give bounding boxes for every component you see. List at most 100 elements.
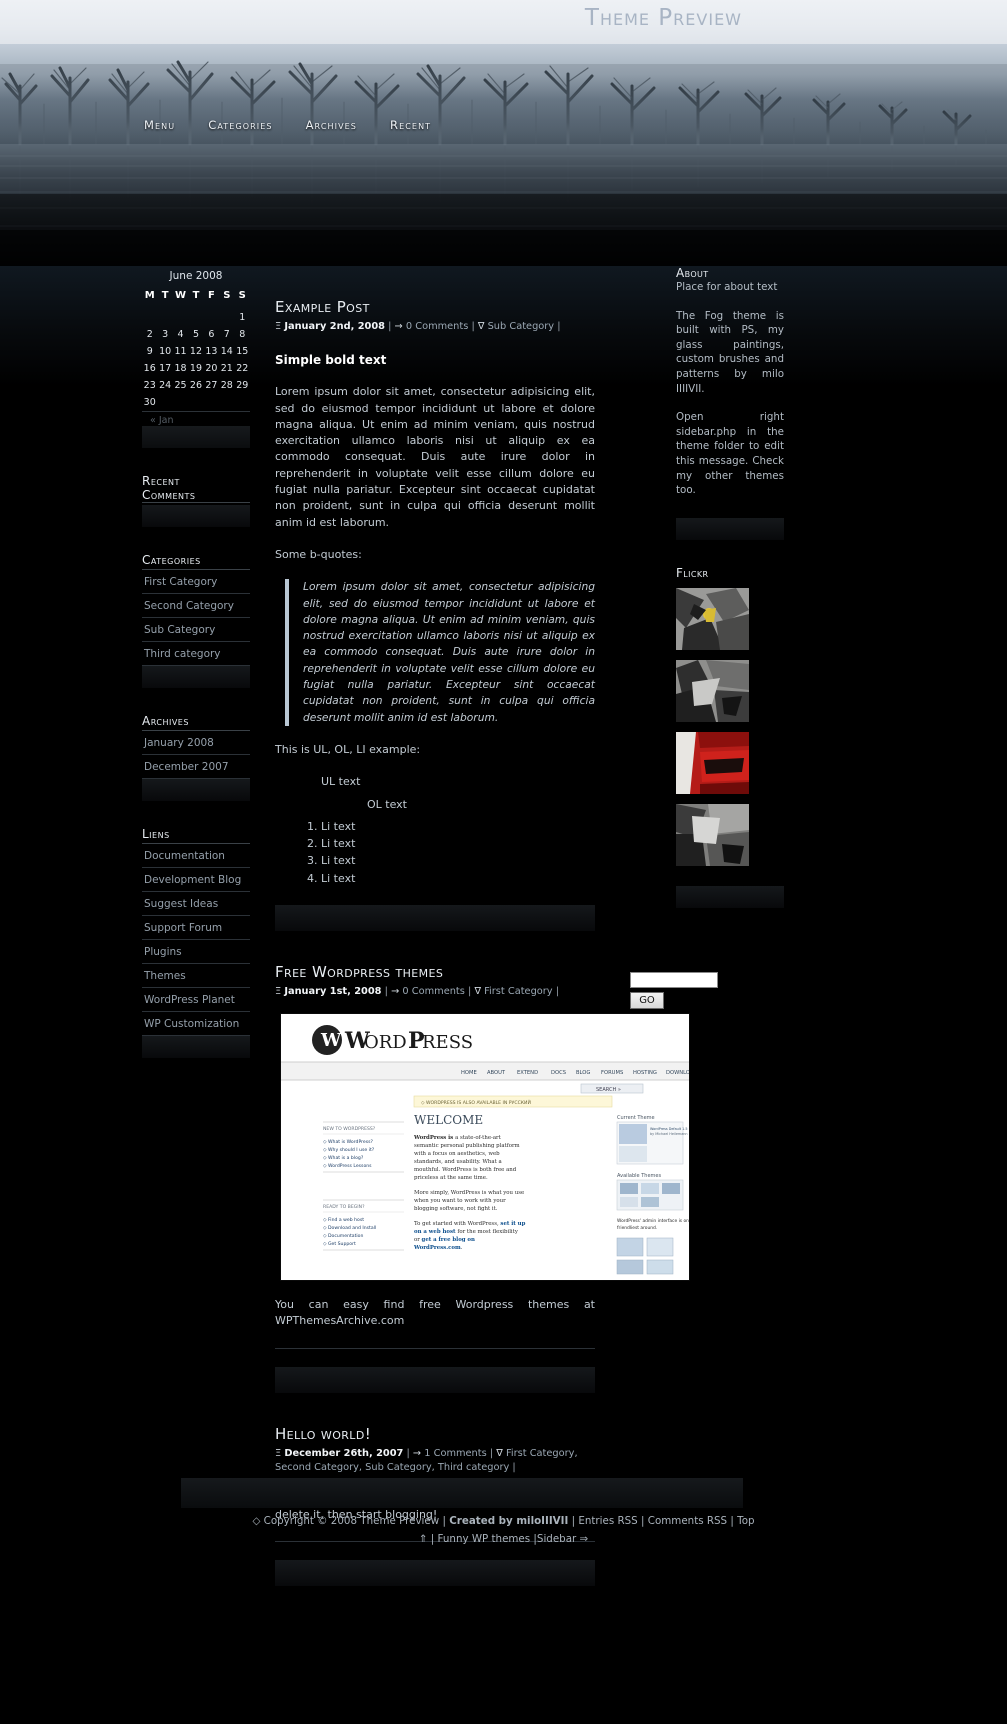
flickr-thumb-2[interactable] (676, 659, 749, 722)
nav-item-archives[interactable]: Archives (306, 118, 357, 132)
svg-text:RESS: RESS (422, 1032, 473, 1053)
widget-archives: Archives January 2008 December 2007 (142, 714, 250, 801)
archive-link-0[interactable]: January 2008 (142, 731, 250, 754)
calendar-day-8[interactable]: 8 (235, 326, 250, 343)
post-separator (275, 905, 595, 932)
post-title-2[interactable]: Free Wordpress themes (275, 963, 595, 981)
calendar-meta-icon: Ξ (275, 321, 282, 332)
lien-link-5[interactable]: Themes (142, 964, 250, 987)
list-lead: This is UL, OL, LI example: (275, 742, 421, 756)
post-title[interactable]: Example Post (275, 298, 595, 316)
post-category-link-2[interactable]: First Category (484, 986, 552, 997)
calendar-day-2[interactable]: 2 (142, 326, 157, 343)
calendar-day-20[interactable]: 20 (204, 360, 219, 377)
post-comments-link[interactable]: 0 Comments (406, 321, 468, 332)
post-comments-link-2[interactable]: 0 Comments (402, 986, 464, 997)
calendar-day-26[interactable]: 26 (188, 377, 203, 394)
calendar-day-4[interactable]: 4 (173, 326, 188, 343)
calendar-days[interactable]: 1 2 3 4 5 6 7 8 9 10 11 12 13 14 15 16 17 18 19 20 21 22 23 24 2… (142, 309, 250, 411)
category-link-2[interactable]: Sub Category (142, 618, 250, 641)
main-nav[interactable]: Menu Categories Archives Recent (144, 118, 431, 132)
lien-link-6[interactable]: WordPress Planet (142, 988, 250, 1011)
calendar-day-28[interactable]: 28 (219, 377, 234, 394)
category-link-1[interactable]: Second Category (142, 594, 250, 617)
footer-created-by[interactable]: Created by miloIIIVII (449, 1515, 568, 1527)
calendar-day-9[interactable]: 9 (142, 343, 157, 360)
archive-link-1[interactable]: December 2007 (142, 755, 250, 778)
calendar-day-1[interactable]: 1 (235, 309, 250, 326)
calendar-day-21[interactable]: 21 (219, 360, 234, 377)
wordpress-screenshot[interactable]: W W ORD P RESS HOME ABOUT EXTEND DOCS BLOG… (280, 1013, 690, 1282)
flickr-thumb-3-art (676, 731, 749, 794)
post-title-3[interactable]: Hello world! (275, 1425, 595, 1443)
calendar-day-7[interactable]: 7 (219, 326, 234, 343)
calendar-day-25[interactable]: 25 (173, 377, 188, 394)
flickr-images[interactable] (676, 587, 784, 866)
calendar-day-5[interactable]: 5 (188, 326, 203, 343)
meta-sep-8: | (489, 1447, 494, 1459)
calendar-day-11[interactable]: 11 (173, 343, 188, 360)
list-item: January 2008 (142, 731, 250, 755)
svg-text:priceless at the same time.: priceless at the same time. (414, 1175, 488, 1181)
svg-text:◇ Find a web host: ◇ Find a web host (323, 1217, 364, 1223)
search-input[interactable] (630, 972, 718, 988)
calendar-prev-link[interactable]: « Jan (142, 411, 250, 426)
archives-list[interactable]: January 2008 December 2007 (142, 731, 250, 779)
search-go-button[interactable]: GO (630, 992, 664, 1009)
calendar-day-22[interactable]: 22 (235, 360, 250, 377)
list-item: WP Customization (142, 1012, 250, 1036)
calendar-day-3[interactable]: 3 (157, 326, 172, 343)
archives-footer (142, 779, 250, 801)
calendar-day-29[interactable]: 29 (235, 377, 250, 394)
svg-text:W: W (320, 1030, 342, 1051)
lien-link-7[interactable]: WP Customization (142, 1012, 250, 1035)
nav-item-menu[interactable]: Menu (144, 118, 175, 132)
lien-link-1[interactable]: Development Blog (142, 868, 250, 891)
calendar-day-15[interactable]: 15 (235, 343, 250, 360)
lien-link-4[interactable]: Plugins (142, 940, 250, 963)
category-triangle-icon-2: ∇ (474, 986, 481, 998)
footer: ◇ Copyright © 2008 Theme Preview | Creat… (0, 1512, 1007, 1548)
categories-list[interactable]: First Category Second Category Sub Categor… (142, 570, 250, 666)
calendar-day-6[interactable]: 6 (204, 326, 219, 343)
calendar-day-27[interactable]: 27 (204, 377, 219, 394)
category-link-3[interactable]: Third category (142, 642, 250, 665)
post-category-link[interactable]: Sub Category (488, 321, 555, 332)
flickr-thumb-1[interactable] (676, 587, 749, 650)
li-item-3: Li text (321, 871, 595, 887)
calendar-day-30[interactable]: 30 (142, 394, 157, 411)
calendar-day-empty (219, 394, 234, 411)
lien-link-3[interactable]: Support Forum (142, 916, 250, 939)
calendar-day-17[interactable]: 17 (157, 360, 172, 377)
calendar-day-18[interactable]: 18 (173, 360, 188, 377)
list-item: Second Category (142, 594, 250, 618)
diamond-icon: ◇ (252, 1515, 261, 1527)
footer-entries-rss[interactable]: Entries RSS (578, 1515, 637, 1527)
footer-funny-themes[interactable]: Funny WP themes (438, 1533, 531, 1545)
calendar-day-12[interactable]: 12 (188, 343, 203, 360)
calendar-day-13[interactable]: 13 (204, 343, 219, 360)
liens-list[interactable]: Documentation Development Blog Suggest Ide… (142, 844, 250, 1036)
calendar-day-10[interactable]: 10 (157, 343, 172, 360)
calendar-day-19[interactable]: 19 (188, 360, 203, 377)
calendar-meta-icon-2: Ξ (275, 986, 282, 998)
post-comments-link-3[interactable]: 1 Comments (424, 1448, 486, 1459)
flickr-thumb-4[interactable] (676, 803, 749, 866)
calendar-day-23[interactable]: 23 (142, 377, 157, 394)
list-item: Suggest Ideas (142, 892, 250, 916)
lien-link-2[interactable]: Suggest Ideas (142, 892, 250, 915)
lien-link-0[interactable]: Documentation (142, 844, 250, 867)
flickr-thumb-3[interactable] (676, 731, 749, 794)
nav-item-recent[interactable]: Recent (390, 118, 431, 132)
svg-text:with a focus on aesthetics, we: with a focus on aesthetics, web (414, 1151, 500, 1157)
calendar-day-14[interactable]: 14 (219, 343, 234, 360)
category-link-0[interactable]: First Category (142, 570, 250, 593)
calendar-day-24[interactable]: 24 (157, 377, 172, 394)
calendar-weekdays: MTWTFSS (142, 288, 250, 309)
footer-top-link[interactable]: Top (737, 1515, 754, 1527)
footer-comments-rss[interactable]: Comments RSS (648, 1515, 727, 1527)
calendar-day-16[interactable]: 16 (142, 360, 157, 377)
post-date: January 2nd, 2008 (284, 321, 385, 332)
footer-sidebar-link[interactable]: Sidebar ⇒ (537, 1533, 588, 1545)
nav-item-categories[interactable]: Categories (208, 118, 272, 132)
